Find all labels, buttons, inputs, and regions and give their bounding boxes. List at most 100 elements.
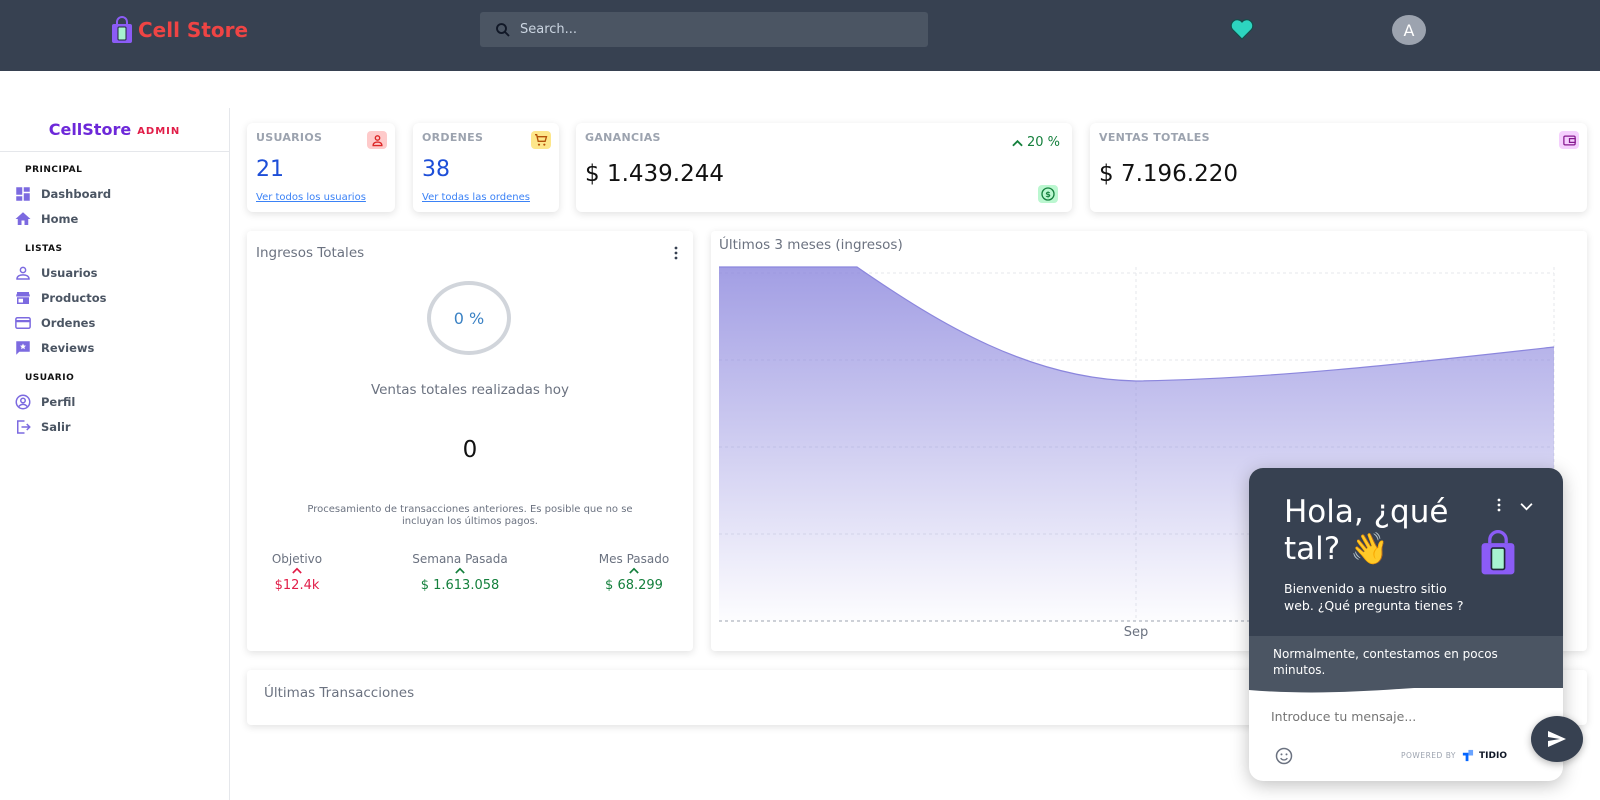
chat-greeting: Hola, ¿qué tal? 👋 [1284,494,1448,568]
sidebar-section-usuario: USUARIO [25,373,75,383]
chat-wave-divider [1249,676,1563,693]
logout-icon [17,419,31,434]
card-label: GANANCIAS [585,131,661,144]
sidebar-item-productos[interactable]: Productos [0,285,229,310]
stat-card-usuarios: USUARIOS 21 Ver todos los usuarios [247,123,395,212]
chat-widget: Hola, ¿qué tal? 👋 Bienvenido a nuestro s… [1249,468,1563,781]
card-label: ORDENES [422,131,484,144]
sidebar-item-label: Usuarios [41,265,98,280]
dashboard-icon [16,186,30,201]
home-icon [15,211,31,225]
chat-response-line: minutos. [1273,663,1326,677]
sidebar-item-label: Dashboard [41,186,112,201]
chevron-up-icon [1012,139,1023,146]
powered-by-label: POWERED BY [1401,751,1457,760]
sidebar-item-perfil[interactable]: Perfil [0,389,229,414]
percent-value: 20 % [1026,135,1060,150]
chat-welcome-line: Bienvenido a nuestro sitio [1284,581,1447,596]
dollar-icon: $ [1038,185,1058,203]
chevron-up-icon [400,566,520,578]
chat-response-line: Normalmente, contestamos en pocos [1273,647,1498,661]
sidebar-admin-badge: ADMIN [137,125,181,137]
mes-pasado-stat: Mes Pasado $ 68.299 [584,552,684,593]
sidebar-item-label: Ordenes [41,315,96,330]
avatar-initial: A [1403,20,1415,40]
sidebar-item-label: Productos [41,290,107,305]
see-all-orders-link[interactable]: Ver todas las ordenes [422,192,530,203]
transactions-title: Últimas Transacciones [264,685,415,701]
sidebar-item-label: Perfil [41,394,76,409]
x-tick-label: Sep [1124,625,1149,640]
stat-label: Mes Pasado [598,552,670,566]
processing-note-line: incluyan los últimos pagos. [402,516,538,527]
chat-message-input[interactable] [1271,705,1501,727]
account-circle-icon [15,394,31,409]
heart-icon[interactable] [1229,18,1255,40]
review-icon [16,340,30,355]
brand-logo[interactable]: Cell Store [110,16,248,44]
more-vert-icon[interactable] [1495,498,1503,512]
stat-card-ventas-totales: VENTAS TOTALES $ 7.196.220 [1090,123,1587,212]
shopping-bag-icon [1481,530,1515,575]
chevron-up-icon [257,566,337,578]
sidebar-item-label: Salir [41,419,71,434]
card-label: USUARIOS [256,131,323,144]
shopping-bag-icon [112,16,132,43]
more-vert-icon[interactable] [672,246,680,260]
chat-greeting-line: Hola, ¿qué [1284,494,1449,530]
brand-name: Cell Store [138,18,249,42]
user-icon [367,131,387,149]
sidebar-item-label: Reviews [41,340,95,355]
card-value: $ 1.439.244 [585,161,724,187]
search-bar[interactable] [480,12,928,47]
semana-pasada-stat: Semana Pasada $ 1.613.058 [400,552,520,593]
sidebar-item-usuarios[interactable]: Usuarios [0,260,229,285]
panel-title: Ingresos Totales [256,245,365,261]
avatar[interactable]: A [1392,15,1426,45]
percent-change: 20 % [1012,135,1060,150]
sidebar-title: CellStore ADMIN [0,108,229,152]
sidebar-item-reviews[interactable]: Reviews [0,335,229,360]
stat-label: Objetivo [271,552,323,566]
user-icon [16,266,30,280]
sidebar-item-label: Home [41,211,79,226]
sales-today-amount: 0 [462,437,478,463]
store-icon [16,291,30,304]
chat-welcome: Bienvenido a nuestro sitio web. ¿Qué pre… [1284,580,1463,614]
card-value: 21 [256,157,284,182]
sidebar-item-home[interactable]: Home [0,206,229,231]
emoji-icon[interactable] [1274,746,1294,766]
card-value: $ 7.196.220 [1099,161,1238,187]
svg-text:$: $ [1045,190,1051,199]
sidebar-section-principal: PRINCIPAL [25,165,83,175]
powered-by[interactable]: POWERED BY TIDIO [1401,749,1507,762]
sidebar-item-salir[interactable]: Salir [0,414,229,439]
search-input[interactable] [520,22,900,37]
chat-response-time: Normalmente, contestamos en pocos minuto… [1273,646,1498,678]
card-value: 38 [422,157,450,182]
sidebar-item-ordenes[interactable]: Ordenes [0,310,229,335]
send-icon [1548,731,1566,747]
stat-card-ordenes: ORDENES 38 Ver todas las ordenes [413,123,559,212]
stat-label: Semana Pasada [412,552,508,566]
processing-note-line: Procesamiento de transacciones anteriore… [307,504,633,515]
sales-today-label: Ventas totales realizadas hoy [370,382,570,398]
progress-ring-value: 0 % [453,308,485,328]
chevron-down-icon[interactable] [1519,502,1534,511]
sidebar-item-dashboard[interactable]: Dashboard [0,181,229,206]
see-all-users-link[interactable]: Ver todos los usuarios [256,192,366,203]
chevron-up-icon [584,566,684,578]
processing-note: Procesamiento de transacciones anteriore… [247,504,693,528]
powered-by-brand: TIDIO [1479,750,1507,761]
sidebar-brand: CellStore [48,120,132,139]
chart-title: Últimos 3 meses (ingresos) [719,237,903,253]
sidebar-section-listas: LISTAS [25,244,63,254]
objetivo-stat: Objetivo $12.4k [257,552,337,593]
card-label: VENTAS TOTALES [1099,131,1210,144]
stat-value: $ 1.613.058 [420,578,500,593]
chat-send-button[interactable] [1531,716,1583,762]
top-navbar: Cell Store A [0,0,1600,71]
search-icon [496,22,510,37]
stat-value: $ 68.299 [605,578,663,593]
credit-card-icon [15,316,31,329]
